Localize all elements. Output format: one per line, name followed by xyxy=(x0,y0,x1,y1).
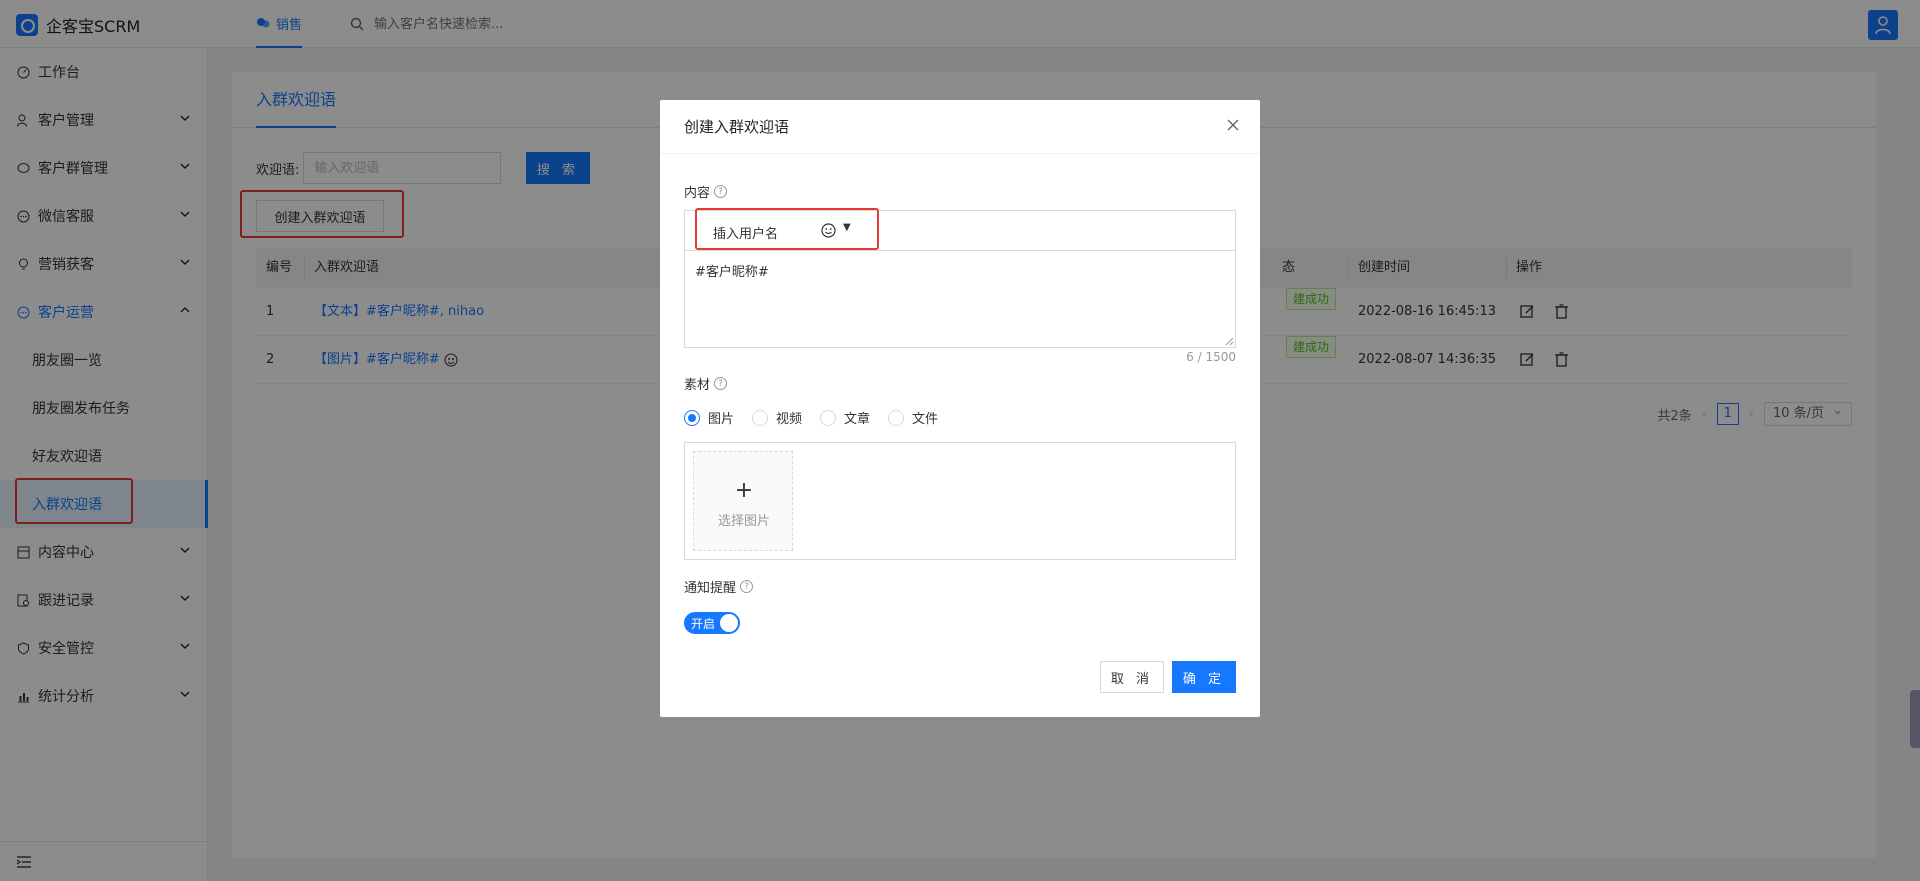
radio-label: 图片 xyxy=(708,412,735,427)
notify-toggle[interactable]: 开启 xyxy=(684,612,740,634)
create-welcome-modal: 创建入群欢迎语 内容 ? 插入用户名 ▼ #客户昵称# 6 / 1500 素材 … xyxy=(660,100,1260,717)
char-counter: 6 / 1500 xyxy=(1186,350,1236,364)
radio-label: 文章 xyxy=(844,412,871,427)
notify-label: 通知提醒 ? xyxy=(684,577,754,596)
material-label-text: 素材 xyxy=(684,378,711,393)
material-type-group: 图片 视频 文章 文件 xyxy=(684,408,938,427)
content-textarea[interactable]: #客户昵称# xyxy=(695,261,769,280)
radio-article[interactable]: 文章 xyxy=(820,408,870,427)
radio-image[interactable]: 图片 xyxy=(684,408,734,427)
radio-label: 文件 xyxy=(912,412,939,427)
material-label: 素材 ? xyxy=(684,374,728,393)
insert-username-button[interactable]: 插入用户名 xyxy=(713,223,778,242)
help-icon[interactable]: ? xyxy=(740,580,754,593)
help-icon[interactable]: ? xyxy=(714,377,728,390)
floating-widget[interactable] xyxy=(1910,690,1920,748)
content-editor[interactable]: 插入用户名 ▼ #客户昵称# xyxy=(684,210,1236,348)
cancel-button[interactable]: 取 消 xyxy=(1100,661,1164,693)
toggle-text: 开启 xyxy=(691,617,716,631)
content-label-text: 内容 xyxy=(684,186,711,201)
caret-down-icon[interactable]: ▼ xyxy=(843,222,851,233)
content-label: 内容 ? xyxy=(684,182,728,201)
toggle-knob xyxy=(720,614,738,632)
emoji-icon[interactable] xyxy=(821,223,836,238)
radio-label: 视频 xyxy=(776,412,803,427)
radio-file[interactable]: 文件 xyxy=(888,408,938,427)
help-icon[interactable]: ? xyxy=(714,185,728,198)
close-icon[interactable] xyxy=(1226,118,1240,132)
notify-label-text: 通知提醒 xyxy=(684,581,737,596)
material-box: + 选择图片 xyxy=(684,442,1236,560)
confirm-button[interactable]: 确 定 xyxy=(1172,661,1236,693)
modal-header: 创建入群欢迎语 xyxy=(660,100,1260,154)
editor-toolbar: 插入用户名 ▼ xyxy=(685,211,1235,251)
plus-icon: + xyxy=(734,478,754,503)
radio-video[interactable]: 视频 xyxy=(752,408,802,427)
upload-label: 选择图片 xyxy=(717,514,770,529)
modal-title: 创建入群欢迎语 xyxy=(684,118,790,136)
resize-handle-icon[interactable] xyxy=(1224,336,1234,346)
select-image-button[interactable]: + 选择图片 xyxy=(693,451,793,551)
